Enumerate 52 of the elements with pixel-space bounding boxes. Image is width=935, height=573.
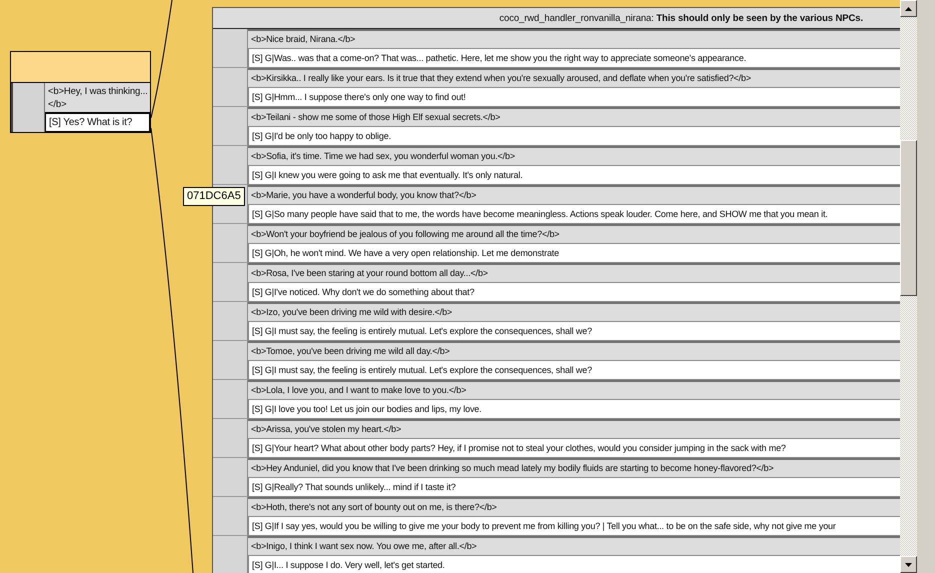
- prompt-text[interactable]: <b>Sofia, it's time. Time we had sex, you wonderful woman you.</b>: [248, 146, 900, 165]
- response-text[interactable]: [S] G|Your heart? What about other body parts? Hey, if I promise not to steal your clothes, would you consider jumping in the sack with me?: [248, 438, 900, 458]
- response-text[interactable]: [S] G|I knew you were going to ask me that eventually. It's only natural.: [248, 165, 900, 185]
- prompt-text[interactable]: <b>Lola, I love you, and I want to make love to you.</b>: [248, 380, 900, 399]
- prompt-text[interactable]: <b>Rosa, I've been staring at your round bottom all day...</b>: [248, 263, 900, 282]
- row-handle[interactable]: [213, 146, 248, 185]
- response-text[interactable]: [S] G|I must say, the feeling is entirely mutual. Let's explore the consequences, shall we?: [248, 321, 900, 341]
- response-text[interactable]: [S] G|I... I suppose I do. Very well, let's get started.: [248, 555, 900, 573]
- scrollbar[interactable]: [900, 0, 917, 573]
- response-text[interactable]: [S] G|Hmm... I suppose there's only one way to find out!: [248, 87, 900, 107]
- up-arrow-icon: [905, 6, 912, 10]
- response-text[interactable]: [S] G|Oh, he won't mind. We have a very open relationship. Let me demonstrate: [248, 243, 900, 263]
- panel-title: coco_rwd_handler_ronvanilla_nirana: This should only be seen by the various NPCs.: [499, 12, 863, 24]
- scroll-down-button[interactable]: [900, 556, 917, 573]
- prompt-text[interactable]: <b>Inigo, I think I want sex now. You owe me, after all.</b>: [248, 536, 900, 555]
- prompt-text[interactable]: <b>Kirsikka.. I really like your ears. Is it true that they extend when you're sexually aroused, and deflate when you're satisfied?</b>: [248, 68, 900, 87]
- response-text[interactable]: [S] G|I must say, the feeling is entirely mutual. Let's explore the consequences, shall we?: [248, 360, 900, 380]
- row-handle[interactable]: [213, 341, 248, 380]
- response-text[interactable]: [S] G|Really? That sounds unlikely... mind if I taste it?: [248, 477, 900, 497]
- prompt-text[interactable]: <b>Hey Anduniel, did you know that I've been drinking so much mead lately my bodily fluids are starting to become honey-flavored?</b>: [248, 458, 900, 477]
- response-text[interactable]: [S] G|I'd be only too happy to oblige.: [248, 126, 900, 146]
- row-handle[interactable]: [11, 83, 45, 132]
- prompt-text[interactable]: <b>Hey, I was thinking...</b>: [45, 83, 150, 113]
- prompt-text[interactable]: <b>Arissa, you've stolen my heart.</b>: [248, 419, 900, 438]
- prompt-text[interactable]: <b>Won't your boyfriend be jealous of you following me around all the time?</b>: [248, 224, 900, 243]
- row-handle[interactable]: [213, 224, 248, 263]
- row-handle[interactable]: [213, 419, 248, 458]
- response-text[interactable]: [S] Yes? What is it?: [45, 113, 150, 132]
- down-arrow-icon: [905, 562, 912, 566]
- row-handle[interactable]: [213, 68, 248, 107]
- scroll-up-button[interactable]: [900, 0, 917, 17]
- row-handle[interactable]: [213, 380, 248, 419]
- row-handle[interactable]: [213, 107, 248, 146]
- response-text[interactable]: [S] G|If I say yes, would you be willing to give me your body to prevent me from killing you? | Tell you what... to be on the safe side, why not give me your: [248, 516, 900, 536]
- response-text[interactable]: [S] G|I love you too! Let us join our bodies and lips, my love.: [248, 399, 900, 419]
- tooltip: 071DC6A5: [183, 187, 245, 206]
- row-handle[interactable]: [213, 497, 248, 536]
- row-handle[interactable]: [213, 302, 248, 341]
- prompt-text[interactable]: <b>Hoth, there's not any sort of bounty out on me, is there?</b>: [248, 497, 900, 516]
- response-text[interactable]: [S] G|Was.. was that a come-on? That was... pathetic. Here, let me show you the right way to appreciate someone's appearance.: [248, 48, 900, 68]
- response-text[interactable]: [S] G|So many people have said that to me, the words have become meaningless. Actions speak louder. Come here, and SHOW me that you mean it.: [248, 204, 900, 224]
- row-handle[interactable]: [213, 458, 248, 497]
- prompt-text[interactable]: <b>Izo, you've been driving me wild with desire.</b>: [248, 302, 900, 321]
- response-text[interactable]: [S] G|I've noticed. Why don't we do something about that?: [248, 282, 900, 302]
- prompt-text[interactable]: <b>Nice braid, Nirana.</b>: [248, 29, 900, 48]
- scroll-thumb[interactable]: [900, 140, 917, 296]
- prompt-text[interactable]: <b>Marie, you have a wonderful body, you know that?</b>: [248, 185, 900, 204]
- row-handle[interactable]: [213, 29, 248, 68]
- prompt-text[interactable]: <b>Tomoe, you've been driving me wild all day.</b>: [248, 341, 900, 360]
- dialogue-node[interactable]: <b>Hey, I was thinking...</b> [S] Yes? What is it?: [10, 51, 151, 133]
- row-handle[interactable]: [213, 263, 248, 302]
- prompt-text[interactable]: <b>Teilani - show me some of those High Elf sexual secrets.</b>: [248, 107, 900, 126]
